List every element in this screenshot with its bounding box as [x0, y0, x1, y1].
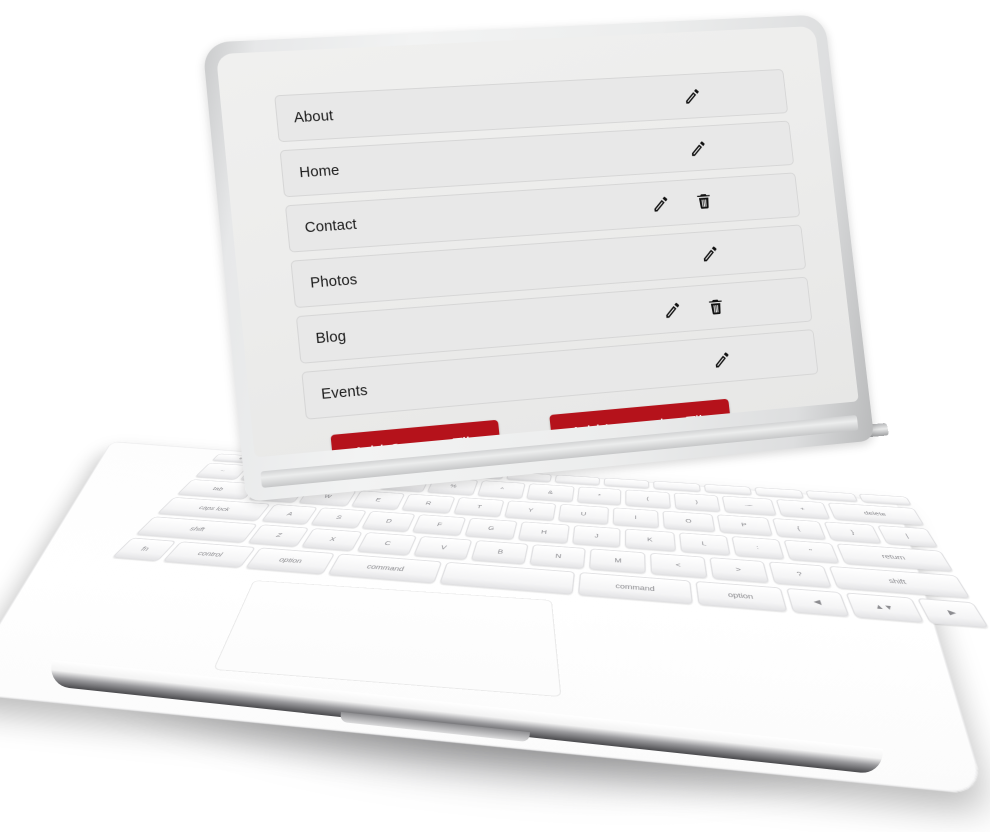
key-8[interactable]: * — [576, 486, 622, 506]
key-z[interactable]: Z — [247, 524, 310, 547]
tile-actions — [662, 296, 727, 320]
key-f[interactable]: F — [412, 514, 466, 536]
key-k[interactable]: K — [624, 528, 676, 552]
key-equal[interactable]: + — [775, 499, 831, 520]
tile-label: Photos — [309, 271, 359, 292]
key-power[interactable] — [857, 493, 912, 506]
key-a[interactable]: A — [260, 504, 319, 525]
key-d[interactable]: D — [360, 510, 417, 533]
key-semicolon[interactable]: : — [731, 536, 785, 560]
pencil-icon[interactable] — [650, 194, 671, 215]
pencil-icon[interactable] — [711, 349, 732, 370]
pencil-icon[interactable] — [662, 300, 683, 321]
key-arrow-left[interactable]: ◀ — [786, 587, 850, 617]
key-period[interactable]: > — [708, 557, 770, 584]
tile-actions — [688, 138, 709, 158]
trash-icon[interactable] — [705, 296, 726, 317]
key-7[interactable]: & — [525, 483, 575, 503]
key-b[interactable]: B — [470, 540, 529, 565]
key-s[interactable]: S — [310, 507, 367, 529]
key-j[interactable]: J — [571, 525, 621, 548]
tile-actions — [711, 349, 732, 370]
tile-label: Home — [298, 162, 341, 181]
pencil-icon[interactable] — [682, 86, 703, 106]
key-v[interactable]: V — [413, 536, 473, 560]
key-p[interactable]: P — [716, 514, 773, 537]
key-0[interactable]: ) — [673, 492, 721, 513]
key-y[interactable]: Y — [504, 500, 557, 521]
key-l[interactable]: L — [678, 532, 731, 556]
key-c[interactable]: C — [356, 532, 418, 556]
laptop-mockup-scene: esc ~ ! @ # $ % — [0, 0, 990, 832]
key-bracket-right[interactable]: } — [824, 521, 883, 544]
key-f8[interactable] — [603, 477, 650, 489]
key-m[interactable]: M — [589, 548, 647, 574]
key-minus[interactable]: — — [721, 495, 777, 516]
tile-list: About Home Contact Photos Blog Events — [274, 68, 819, 420]
key-6[interactable]: ^ — [477, 480, 526, 499]
key-i[interactable]: I — [612, 507, 660, 529]
key-slash[interactable]: ? — [768, 561, 833, 588]
pencil-icon[interactable] — [699, 243, 720, 264]
key-n[interactable]: N — [529, 544, 587, 570]
key-comma[interactable]: < — [650, 552, 708, 579]
key-h[interactable]: H — [517, 521, 570, 544]
key-f7[interactable] — [554, 474, 601, 486]
key-quote[interactable]: " — [783, 539, 841, 564]
key-o[interactable]: O — [662, 510, 716, 533]
key-f11[interactable] — [754, 487, 805, 499]
key-9[interactable]: ( — [625, 489, 671, 509]
tile-actions — [699, 243, 720, 264]
tile-actions — [682, 86, 703, 106]
tile-label: About — [293, 107, 335, 126]
key-u[interactable]: U — [557, 503, 609, 525]
key-g[interactable]: G — [463, 517, 518, 540]
key-x[interactable]: X — [301, 528, 363, 552]
key-f12[interactable] — [805, 490, 858, 503]
tile-label: Contact — [304, 216, 358, 236]
tile-label: Events — [320, 382, 369, 403]
key-bracket-left[interactable]: { — [771, 518, 828, 540]
pencil-icon[interactable] — [688, 138, 709, 158]
tile-manager-app: About Home Contact Photos Blog Events — [216, 26, 859, 458]
key-t[interactable]: T — [452, 497, 505, 518]
key-f9[interactable] — [653, 480, 701, 492]
tile-label: Blog — [314, 328, 347, 347]
key-backslash[interactable]: | — [877, 525, 939, 548]
key-e[interactable]: E — [350, 490, 406, 510]
laptop-lid: About Home Contact Photos Blog Events — [202, 14, 875, 502]
laptop-screen: About Home Contact Photos Blog Events — [215, 26, 859, 458]
key-f10[interactable] — [703, 483, 753, 496]
tile-actions — [650, 191, 714, 214]
key-r[interactable]: R — [400, 493, 456, 514]
trash-icon[interactable] — [694, 191, 715, 211]
